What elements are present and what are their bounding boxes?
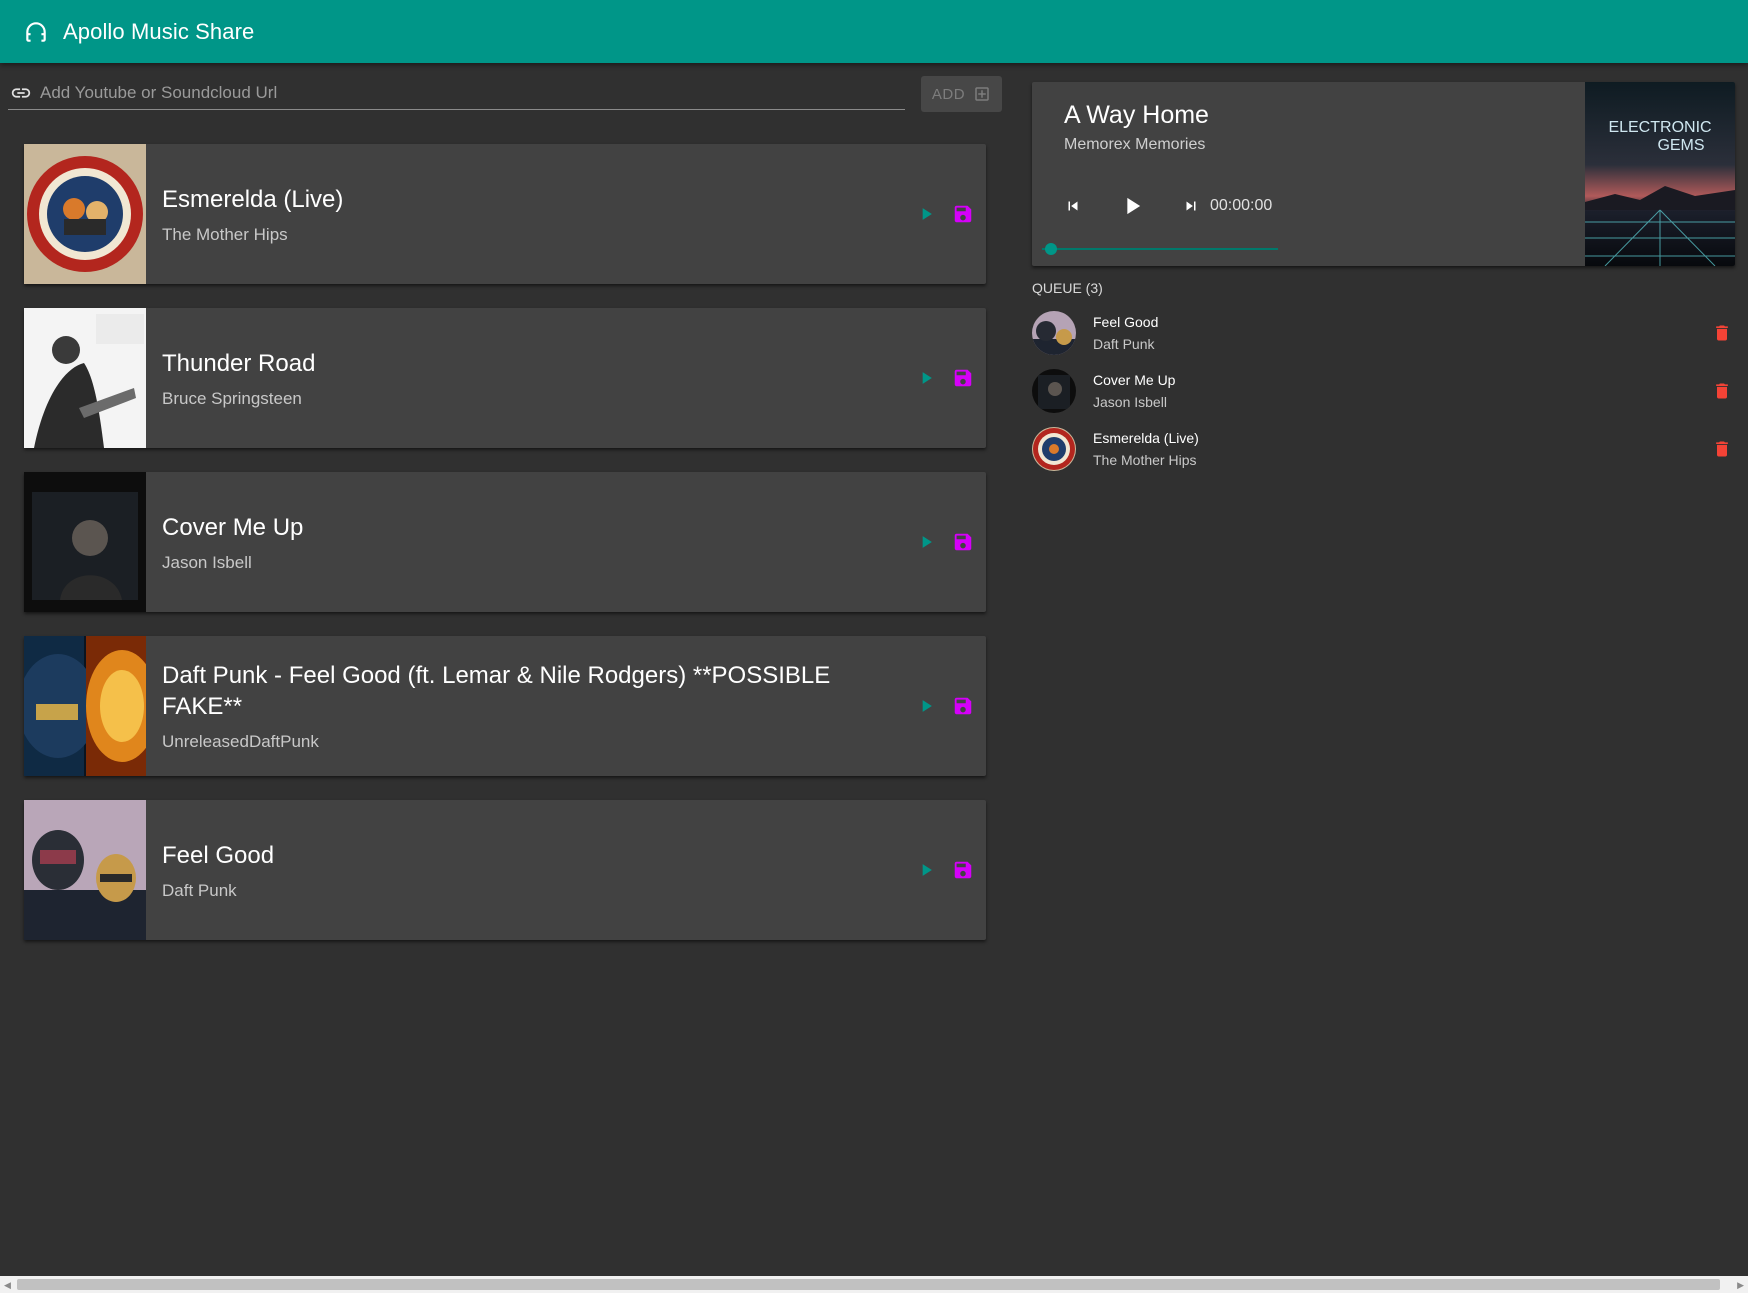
scroll-right-arrow-icon[interactable]: ▶ <box>1737 1280 1744 1291</box>
queue-item-artist: The Mother Hips <box>1093 452 1197 468</box>
add-box-icon <box>975 87 989 101</box>
queue-item: Esmerelda (Live) The Mother Hips <box>1032 420 1732 478</box>
app-title: Apollo Music Share <box>63 18 255 44</box>
queue-item-avatar <box>1032 311 1076 355</box>
scrollbar-thumb[interactable] <box>17 1279 1720 1290</box>
queue-heading: QUEUE (3) <box>1032 280 1103 296</box>
play-icon[interactable] <box>916 532 936 552</box>
cover-text-line-2: GEMS <box>1657 137 1704 154</box>
song-actions <box>916 800 974 940</box>
save-icon[interactable] <box>952 531 974 553</box>
song-list: Esmerelda (Live) The Mother Hips Thunder… <box>24 144 986 964</box>
delete-icon[interactable] <box>1712 439 1732 459</box>
queue-item-text: Esmerelda (Live) The Mother Hips <box>1093 430 1199 468</box>
song-artist: Jason Isbell <box>162 552 252 572</box>
song-info: Daft Punk - Feel Good (ft. Lemar & Nile … <box>146 636 886 776</box>
save-icon[interactable] <box>952 695 974 717</box>
song-artist: UnreleasedDaftPunk <box>162 732 319 751</box>
song-thumbnail <box>24 472 146 612</box>
delete-icon[interactable] <box>1712 381 1732 401</box>
song-thumbnail <box>24 636 146 776</box>
song-title: Daft Punk - Feel Good (ft. Lemar & Nile … <box>162 662 831 720</box>
song-artist: Bruce Springsteen <box>162 388 302 408</box>
song-card: Thunder Road Bruce Springsteen <box>24 308 986 448</box>
now-playing-artist: Memorex Memories <box>1064 136 1206 153</box>
link-icon <box>11 87 31 98</box>
song-thumbnail <box>24 308 146 448</box>
song-actions <box>916 636 974 776</box>
save-icon[interactable] <box>952 367 974 389</box>
song-info: Cover Me Up Jason Isbell <box>146 472 886 612</box>
skip-next-icon[interactable] <box>1182 197 1200 215</box>
delete-icon[interactable] <box>1712 323 1732 343</box>
play-icon[interactable] <box>1118 192 1146 220</box>
song-card: Feel Good Daft Punk <box>24 800 986 940</box>
save-icon[interactable] <box>952 203 974 225</box>
queue-item: Feel Good Daft Punk <box>1032 304 1732 362</box>
song-title: Feel Good <box>162 841 275 869</box>
url-input[interactable] <box>40 82 880 103</box>
play-icon[interactable] <box>916 696 936 716</box>
song-title: Cover Me Up <box>162 513 304 541</box>
song-actions <box>916 144 974 284</box>
song-player: A Way Home Memorex Memories 00:00:00 ELE… <box>1032 82 1735 266</box>
queue-item-title: Esmerelda (Live) <box>1093 430 1199 446</box>
song-actions <box>916 472 974 612</box>
song-title: Esmerelda (Live) <box>162 185 344 213</box>
add-song-form: ADD <box>8 76 1005 112</box>
url-field <box>8 76 905 110</box>
play-icon[interactable] <box>916 368 936 388</box>
now-playing-title: A Way Home <box>1064 101 1209 129</box>
song-info: Esmerelda (Live) The Mother Hips <box>146 144 886 284</box>
scroll-left-arrow-icon[interactable]: ◀ <box>4 1280 11 1291</box>
song-thumbnail <box>24 800 146 940</box>
play-icon[interactable] <box>916 860 936 880</box>
save-icon[interactable] <box>952 859 974 881</box>
now-playing-cover: ELECTRONIC GEMS <box>1585 82 1735 266</box>
song-info: Feel Good Daft Punk <box>146 800 886 940</box>
song-card: Esmerelda (Live) The Mother Hips <box>24 144 986 284</box>
song-artist: The Mother Hips <box>162 224 288 244</box>
queue-item: Cover Me Up Jason Isbell <box>1032 362 1732 420</box>
app-bar: Apollo Music Share <box>0 0 1748 63</box>
progress-slider[interactable] <box>1042 243 1278 255</box>
queue-item-title: Cover Me Up <box>1093 372 1176 388</box>
queue-list: Feel Good Daft Punk Cover Me Up Jason Is… <box>1032 304 1732 478</box>
queue-item-artist: Daft Punk <box>1093 336 1155 352</box>
add-button-label: ADD <box>931 85 966 103</box>
queue-item-text: Cover Me Up Jason Isbell <box>1093 372 1175 410</box>
skip-previous-icon[interactable] <box>1064 197 1082 215</box>
player-controls: 00:00:00 <box>1064 192 1272 220</box>
queue-item-text: Feel Good Daft Punk <box>1093 314 1158 352</box>
progress-slider-thumb[interactable] <box>1045 243 1057 255</box>
headphones-icon <box>26 21 46 42</box>
queue-item-avatar <box>1032 427 1076 471</box>
song-thumbnail <box>24 144 146 284</box>
queue-item-title: Feel Good <box>1093 314 1159 330</box>
add-button[interactable]: ADD <box>921 76 1002 112</box>
song-card: Daft Punk - Feel Good (ft. Lemar & Nile … <box>24 636 986 776</box>
queue-item-avatar <box>1032 369 1076 413</box>
song-card: Cover Me Up Jason Isbell <box>24 472 986 612</box>
song-title: Thunder Road <box>162 349 316 377</box>
song-actions <box>916 308 974 448</box>
song-artist: Daft Punk <box>162 880 237 900</box>
cover-text-line-1: ELECTRONIC <box>1608 119 1711 136</box>
horizontal-scrollbar[interactable]: ◀ ▶ <box>0 1276 1748 1293</box>
play-icon[interactable] <box>916 204 936 224</box>
queue-item-artist: Jason Isbell <box>1093 394 1167 410</box>
playback-time: 00:00:00 <box>1210 197 1273 214</box>
song-info: Thunder Road Bruce Springsteen <box>146 308 886 448</box>
